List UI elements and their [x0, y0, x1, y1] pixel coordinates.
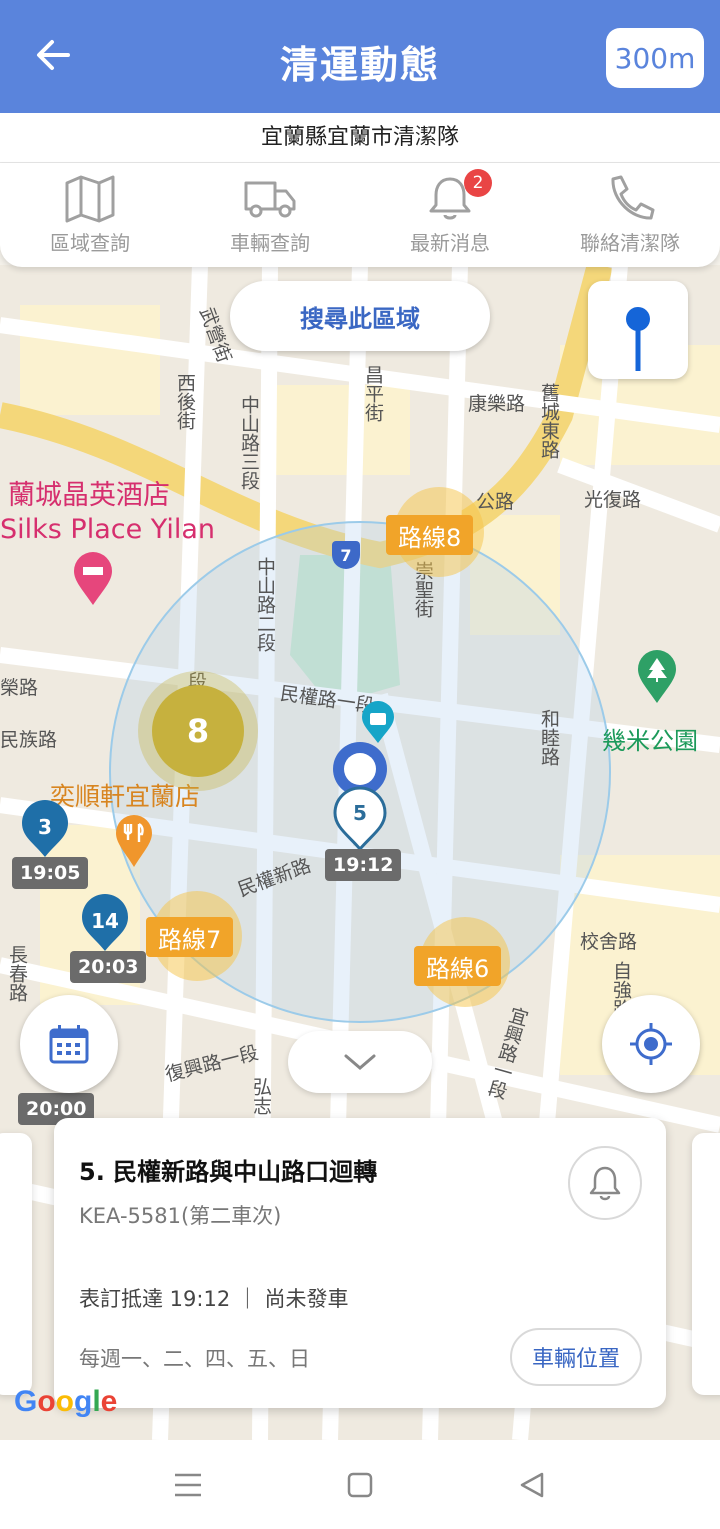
poi-park[interactable]: 幾米公園	[602, 721, 698, 756]
nav-label: 最新消息	[410, 231, 490, 255]
street-label: 舊城東路	[538, 383, 560, 459]
street-label: 民族路	[0, 729, 58, 751]
calendar-icon	[49, 1025, 89, 1064]
nav-contact-team[interactable]: 聯絡清潔隊	[540, 163, 720, 267]
arrival-status: 表訂抵達 19:12 ｜ 尚未發車	[79, 1287, 349, 1311]
street-label: 榮路	[0, 677, 39, 699]
stop-number: 3	[38, 815, 52, 839]
restaurant-pin-icon[interactable]	[114, 813, 154, 869]
route-chip-7[interactable]: 路線7	[146, 917, 234, 957]
vehicle-location-button[interactable]: 車輛位置	[510, 1328, 642, 1386]
bell-icon	[589, 1166, 621, 1201]
radius-button[interactable]: 300m	[606, 28, 704, 88]
poi-hotel-en[interactable]: Silks Place Yilan	[0, 513, 215, 547]
street-label: 康樂路	[468, 393, 526, 415]
search-this-area-button[interactable]: 搜尋此區域	[230, 281, 490, 351]
location-pin-icon	[626, 307, 650, 371]
system-nav-bar	[0, 1440, 720, 1529]
stop-cluster[interactable]: 8	[152, 685, 244, 777]
stop-info-card: 5. 民權新路與中山路口迴轉 KEA-5581(第二車次) 表訂抵達 19:12…	[54, 1118, 666, 1408]
street-label: 中山路二段	[254, 557, 276, 652]
team-subtitle: 宜蘭縣宜蘭市清潔隊	[0, 113, 720, 163]
next-card-peek[interactable]	[692, 1133, 720, 1395]
feature-nav: 區域查詢 車輛查詢 2 最新消息 聯絡清潔隊	[0, 163, 720, 267]
crosshair-icon	[630, 1023, 672, 1065]
service-days: 每週一、二、四、五、日	[79, 1347, 310, 1371]
locate-me-button[interactable]	[602, 995, 700, 1093]
nav-label: 車輛查詢	[230, 231, 310, 255]
stop-number: 5	[353, 801, 367, 825]
nav-latest-news[interactable]: 2 最新消息	[360, 163, 540, 267]
stop-time-tag: 19:12	[325, 849, 402, 881]
home-icon[interactable]	[344, 1470, 376, 1500]
collapse-panel-button[interactable]	[288, 1031, 432, 1093]
street-label: 和睦路	[538, 709, 560, 766]
nav-vehicle-query[interactable]: 車輛查詢	[180, 163, 360, 267]
calendar-button[interactable]	[20, 995, 118, 1093]
stop-time-tag: 19:05	[12, 857, 89, 889]
street-label: 中山路三段	[238, 395, 260, 490]
stop-number: 14	[91, 909, 119, 933]
truck-icon	[244, 181, 296, 218]
highway-shield: 7	[332, 541, 360, 569]
street-label: 長春路	[6, 945, 28, 1002]
poi-hotel-zh[interactable]: 蘭城晶英酒店	[8, 479, 170, 513]
street-label: 公路	[476, 491, 515, 513]
street-label: 弘志	[250, 1077, 272, 1115]
menu-icon[interactable]	[172, 1470, 204, 1500]
drop-pin-button[interactable]	[588, 281, 688, 379]
map-icon	[65, 175, 115, 223]
map-view[interactable]: 武營街 西後街 中山路三段 昌平街 康樂路 舊城東路 光復路 公路 中山路二段 …	[0, 265, 720, 1440]
nav-area-query[interactable]: 區域查詢	[0, 163, 180, 267]
nav-label: 區域查詢	[50, 231, 130, 255]
prev-card-peek[interactable]	[0, 1133, 32, 1395]
chevron-down-icon	[344, 1054, 376, 1070]
stop-time-tag: 20:03	[70, 951, 147, 983]
back-nav-icon[interactable]	[516, 1470, 548, 1500]
stop-title: 5. 民權新路與中山路口迴轉	[79, 1158, 378, 1186]
notify-button[interactable]	[568, 1146, 642, 1220]
park-pin-icon[interactable]	[636, 649, 678, 705]
route-chip-8[interactable]: 路線8	[386, 515, 474, 555]
stop-marker-5[interactable]: 5	[332, 785, 388, 852]
stop-marker-14[interactable]: 14	[80, 893, 130, 953]
street-label: 西後街	[174, 373, 196, 430]
news-badge: 2	[464, 169, 492, 197]
poi-restaurant[interactable]: 奕順軒宜蘭店	[50, 777, 200, 813]
app-header: 清運動態 300m	[0, 0, 720, 113]
street-label: 昌平街	[362, 365, 384, 422]
stop-marker-3[interactable]: 3	[20, 799, 70, 859]
phone-icon	[611, 175, 655, 220]
street-label: 光復路	[584, 489, 642, 511]
vehicle-plate: KEA-5581(第二車次)	[79, 1204, 282, 1228]
route-chip-6[interactable]: 路線6	[414, 946, 502, 986]
nav-label: 聯絡清潔隊	[580, 231, 680, 255]
hotel-pin-icon[interactable]	[72, 551, 114, 607]
street-label: 校舍路	[580, 931, 638, 953]
google-logo: Google	[14, 1385, 118, 1418]
